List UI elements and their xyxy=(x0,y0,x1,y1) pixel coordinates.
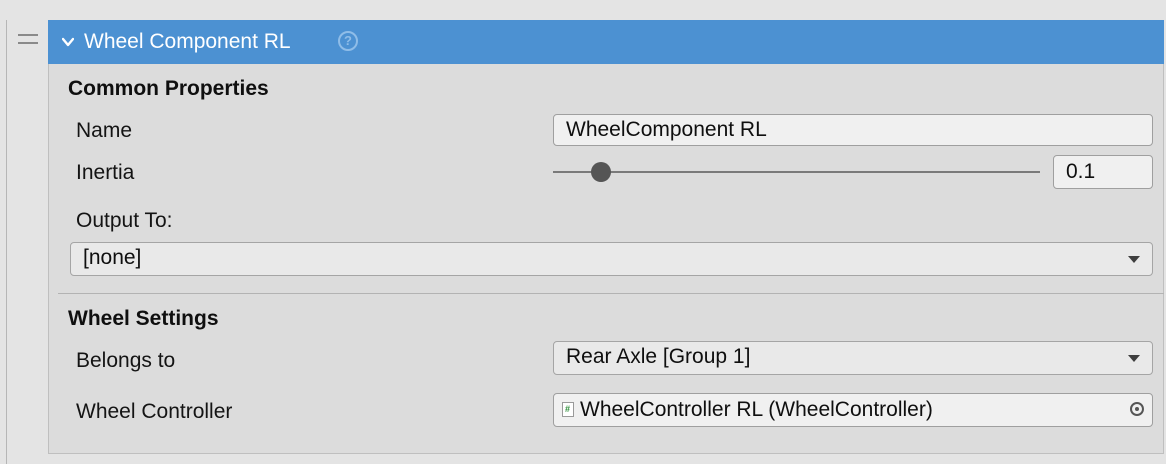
output-to-value: [none] xyxy=(83,246,142,269)
inertia-label: Inertia xyxy=(76,161,135,184)
inertia-slider-handle[interactable] xyxy=(591,162,611,182)
wheel-controller-value: WheelController RL (WheelController) xyxy=(580,398,933,421)
common-properties-heading: Common Properties xyxy=(68,77,269,100)
object-picker-icon[interactable] xyxy=(1130,402,1144,416)
drag-handle-icon[interactable] xyxy=(18,34,38,46)
help-icon[interactable]: ? xyxy=(338,31,358,51)
chevron-down-icon[interactable] xyxy=(62,36,74,48)
inertia-value-field[interactable]: 0.1 xyxy=(1053,155,1153,189)
dropdown-arrow-icon xyxy=(1128,355,1140,362)
component-header[interactable]: Wheel Component RL ? xyxy=(48,20,1164,64)
dropdown-arrow-icon xyxy=(1128,256,1140,263)
belongs-to-dropdown[interactable]: Rear Axle [Group 1] xyxy=(553,341,1153,375)
script-icon: # xyxy=(562,402,574,417)
belongs-to-value: Rear Axle [Group 1] xyxy=(566,345,751,368)
left-gutter xyxy=(0,0,46,464)
wheel-controller-object-field[interactable]: # WheelController RL (WheelController) xyxy=(553,393,1153,427)
section-divider xyxy=(58,293,1164,294)
gutter-line xyxy=(6,20,7,464)
output-to-dropdown[interactable]: [none] xyxy=(70,242,1153,276)
wheel-controller-label: Wheel Controller xyxy=(76,400,233,423)
inertia-slider-track[interactable] xyxy=(553,171,1040,173)
name-label: Name xyxy=(76,119,133,142)
wheel-settings-heading: Wheel Settings xyxy=(68,307,219,330)
belongs-to-label: Belongs to xyxy=(76,349,176,372)
component-title: Wheel Component RL xyxy=(84,30,291,53)
output-to-label: Output To: xyxy=(76,209,173,232)
name-field[interactable]: WheelComponent RL xyxy=(553,114,1153,146)
